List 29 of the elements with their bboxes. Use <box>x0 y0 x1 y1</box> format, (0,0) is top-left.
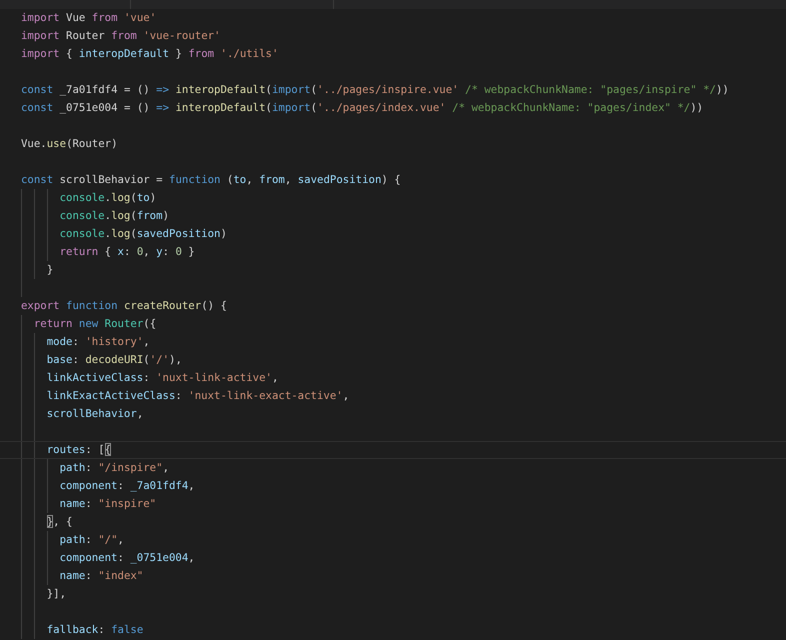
code-line: } <box>0 261 786 279</box>
code-line: fallback: false <box>0 621 786 639</box>
code-line: scrollBehavior, <box>0 405 786 423</box>
code-line: import Router from 'vue-router' <box>20 28 222 44</box>
code-line: component: _0751e004, <box>0 549 786 567</box>
code-line: import Vue from 'vue' <box>20 10 158 26</box>
code-line: console.log(savedPosition) <box>0 225 786 243</box>
code-line: const _0751e004 = () => interopDefault(import('../pages/index.vue' /* webpackChunkName: "pages/index" */)) <box>20 100 704 116</box>
code-line: console.log(from) <box>0 207 786 225</box>
code-line: const _7a01fdf4 = () => interopDefault(import('../pages/inspire.vue' /* webpackChunkName: "pages/inspire" */)) <box>20 82 730 98</box>
code-line: name: "inspire" <box>0 495 786 513</box>
code-line: linkActiveClass: 'nuxt-link-active', <box>0 369 786 387</box>
code-line: base: decodeURI('/'), <box>0 351 786 369</box>
code-line: Vue.use(Router) <box>20 136 119 152</box>
code-line: routes: [{ <box>0 441 786 459</box>
code-line: name: "index" <box>0 567 786 585</box>
code-line: component: _7a01fdf4, <box>0 477 786 495</box>
code-line: }], <box>0 585 786 603</box>
code-line: linkExactActiveClass: 'nuxt-link-exact-active', <box>0 387 786 405</box>
code-line: path: "/", <box>0 531 786 549</box>
code-line: console.log(to) <box>0 189 786 207</box>
code-line: path: "/inspire", <box>0 459 786 477</box>
code-line: mode: 'history', <box>0 333 786 351</box>
code-line: export function createRouter() { <box>20 298 228 314</box>
code-line: const scrollBehavior = function (to, from, savedPosition) { <box>20 172 402 188</box>
code-line: return { x: 0, y: 0 } <box>0 243 786 261</box>
code-line: }, { <box>0 513 786 531</box>
code-line: return new Router({ <box>0 315 786 333</box>
code-line: import { interopDefault } from './utils' <box>20 46 280 62</box>
